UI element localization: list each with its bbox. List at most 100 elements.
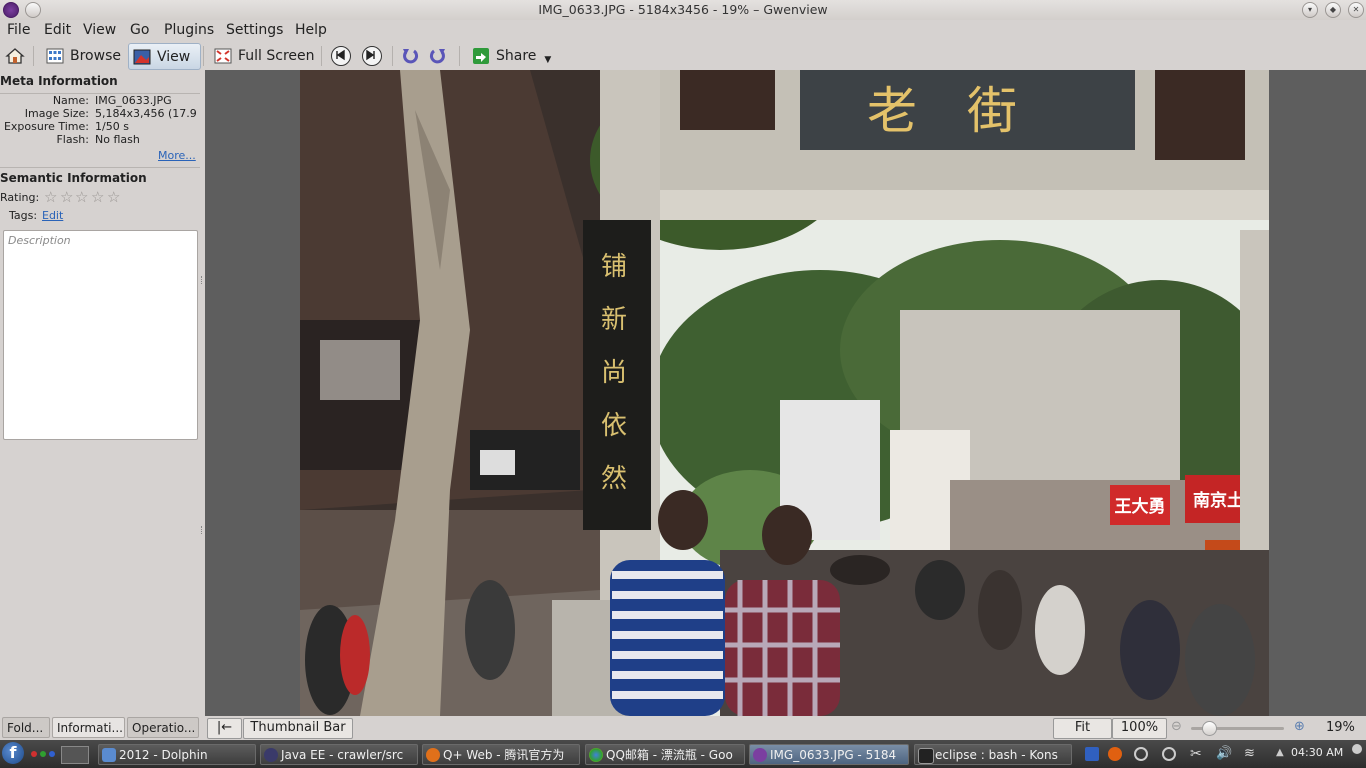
task-dolphin-label: 2012 - Dolphin [119,748,208,762]
view-label: View [157,48,191,65]
next-button[interactable] [362,46,382,66]
meta-information-title: Meta Information [0,74,118,88]
chrome-icon [589,748,603,762]
previous-button[interactable] [331,46,351,66]
tab-operations[interactable]: Operatio... [127,717,199,738]
rotate-left-button[interactable] [400,43,422,68]
desktop-pager[interactable] [61,746,89,764]
menu-edit[interactable]: Edit [44,22,71,38]
zoom-out-icon[interactable]: ⊖ [1171,719,1182,734]
rating-star-5[interactable]: ☆ [107,188,120,206]
home-button[interactable] [5,43,27,68]
firefox-icon [426,748,440,762]
fullscreen-button[interactable]: Full Screen [210,43,319,68]
meta-size-label: Image Size: [24,107,89,120]
rating-star-3[interactable]: ☆ [75,188,88,206]
image-viewer[interactable]: 王大勇 南京土特 老街 铺 新 尚 依 然 [205,70,1366,716]
puzzle-icon[interactable] [1085,747,1099,761]
network-manager-icon[interactable] [1134,747,1148,761]
task-eclipse[interactable]: Java EE - crawler/src [260,744,418,765]
task-qq-mail-label: QQ邮箱 - 漂流瓶 - Goo [606,748,733,762]
rotate-right-button[interactable] [428,43,450,68]
menu-settings[interactable]: Settings [226,22,283,38]
notification-icon[interactable] [1108,747,1122,761]
menu-file[interactable]: File [7,22,30,38]
splitter-handle-lower[interactable] [201,526,204,534]
splitter-handle[interactable] [201,276,204,284]
task-qplus-web[interactable]: Q+ Web - 腾讯官方为 [422,744,580,765]
task-konsole-label: eclipse : bash - Kons [935,748,1058,762]
thumbnail-bar-button[interactable]: Thumbnail Bar [243,718,353,739]
meta-flash-label: Flash: [56,133,89,146]
meta-exposure-label: Exposure Time: [3,120,89,133]
clock: 04:30 AM [1291,746,1344,759]
menu-go[interactable]: Go [130,22,149,38]
dropdown-arrow-icon: ▼ [544,54,552,65]
task-qplus-label: Q+ Web - 腾讯官方为 [443,748,565,762]
share-label: Share [496,47,537,64]
toggle-sidebar-button[interactable]: |← [207,718,242,739]
tray-expand-icon[interactable]: ▲ [1276,747,1284,758]
sidebar: Meta Information Name: IMG_0633.JPG Imag… [0,70,205,716]
task-konsole[interactable]: eclipse : bash - Kons [914,744,1072,765]
street-photo-image: 王大勇 南京土特 老街 铺 新 尚 依 然 [300,70,1269,716]
volume-icon[interactable]: 🔊 [1216,747,1232,761]
tab-information[interactable]: Informati... [52,717,125,738]
main-toolbar: Browse View Full Screen Share ▼ [0,41,1366,70]
rating-star-2[interactable]: ☆ [60,188,73,206]
fullscreen-label: Full Screen [238,47,315,64]
more-link[interactable]: More... [158,149,196,162]
browse-label: Browse [70,47,121,64]
rotate-right-icon [429,48,445,63]
minimize-icon[interactable]: ▾ [1302,2,1318,18]
gwenview-app-icon[interactable] [3,2,19,18]
fit-label: Fit [1074,720,1091,735]
task-qq-mail[interactable]: QQ邮箱 - 漂流瓶 - Goo [585,744,745,765]
help-lifebuoy-icon[interactable] [1162,747,1176,761]
task-eclipse-label: Java EE - crawler/src [281,748,404,762]
menu-help[interactable]: Help [295,22,327,38]
cashew-icon[interactable] [1352,744,1362,754]
tab-folders[interactable]: Fold... [2,717,50,738]
maximize-icon[interactable]: ◆ [1325,2,1341,18]
activity-dot-blue[interactable] [49,751,55,757]
scissors-icon[interactable]: ✂ [1190,747,1204,761]
window-title-bar: IMG_0633.JPG - 5184x3456 - 19% – Gwenvie… [0,0,1366,20]
share-button[interactable]: Share ▼ [468,43,555,68]
thumbnail-bar-label: Thumbnail Bar [250,720,346,735]
arrow-left-bar-icon: |← [216,720,233,735]
zoom-slider-handle[interactable] [1202,721,1218,736]
semantic-information-title: Semantic Information [0,171,147,185]
rating-label: Rating: [0,191,40,204]
picture-icon [133,49,151,64]
gate-sign-text: 老街 [867,82,1067,140]
grid-icon [46,48,64,63]
tags-edit-link[interactable]: Edit [42,209,63,222]
activity-dot-green[interactable] [40,751,46,757]
fit-button[interactable]: Fit [1053,718,1112,739]
menu-plugins[interactable]: Plugins [164,22,214,38]
rating-star-4[interactable]: ☆ [91,188,104,206]
zoom-100-label: 100% [1120,720,1159,735]
activity-dot-red[interactable] [31,751,37,757]
window-title: IMG_0633.JPG - 5184x3456 - 19% – Gwenvie… [538,2,828,17]
skip-forward-icon [366,49,375,61]
meta-name-value: IMG_0633.JPG [95,94,172,107]
wifi-icon[interactable]: ≋ [1244,747,1258,761]
view-button[interactable]: View [128,43,202,70]
close-icon[interactable]: ✕ [1348,2,1364,18]
task-dolphin[interactable]: 2012 - Dolphin [98,744,256,765]
fedora-menu-icon[interactable]: f [2,742,24,764]
zoom-in-icon[interactable]: ⊕ [1294,719,1305,734]
eclipse-icon [264,748,278,762]
description-field[interactable]: Description [3,230,198,440]
menu-view[interactable]: View [83,22,116,38]
window-menu-icon[interactable] [25,2,41,18]
rotate-left-icon [403,48,419,63]
rating-star-1[interactable]: ☆ [44,188,57,206]
task-gwenview[interactable]: IMG_0633.JPG - 5184 [749,744,909,765]
meta-size-value: 5,184x3,456 (17.9 [95,107,197,120]
menu-bar: File Edit View Go Plugins Settings Help [0,20,1366,41]
browse-button[interactable]: Browse [42,43,125,68]
zoom-100-button[interactable]: 100% [1112,718,1167,739]
